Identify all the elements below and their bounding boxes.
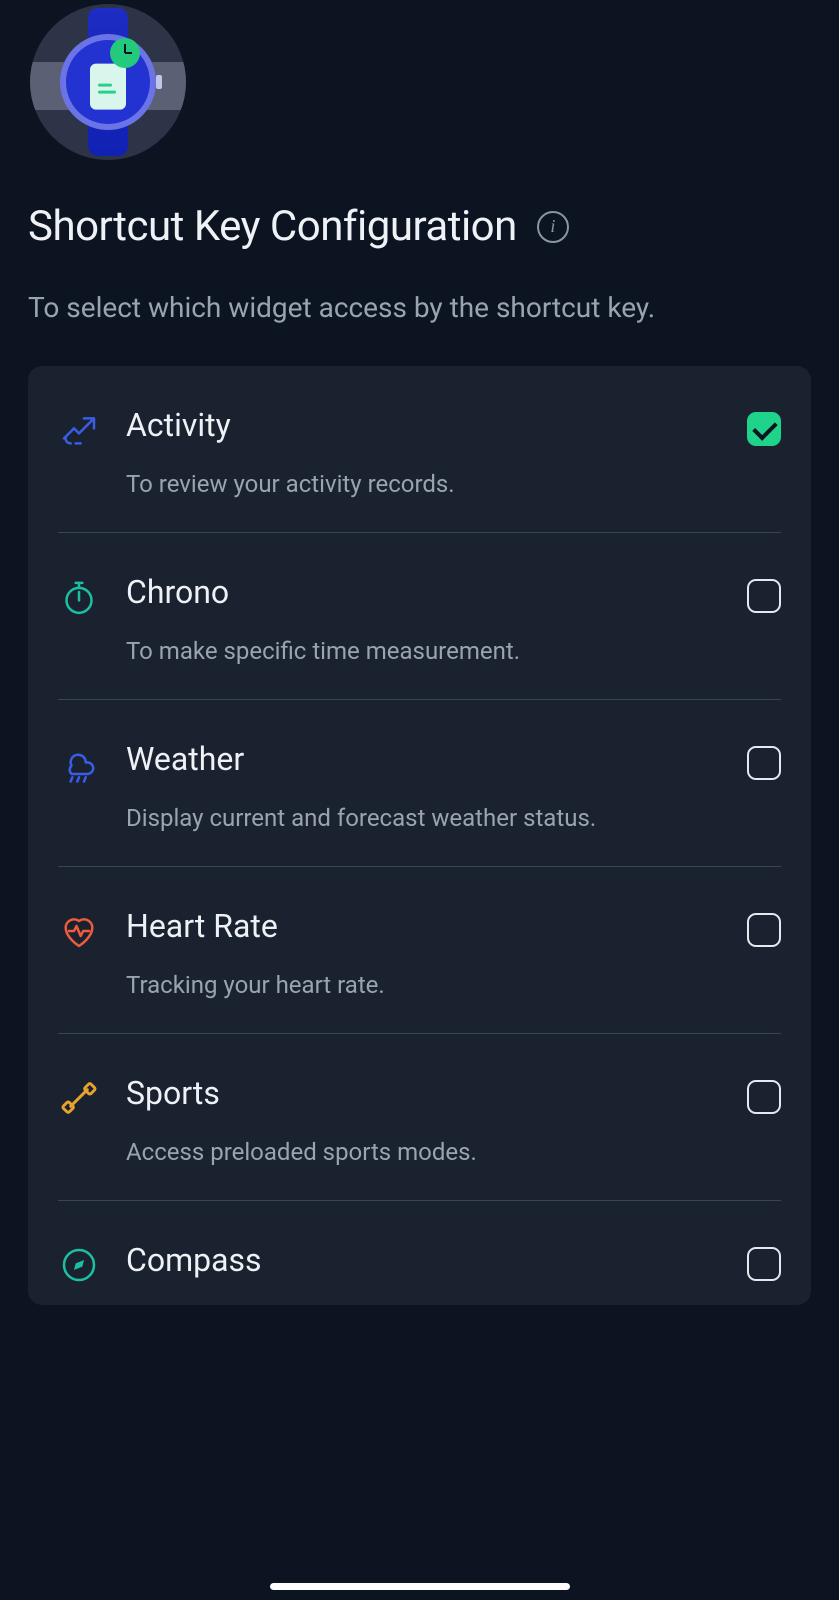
hero-watch-illustration [30, 4, 186, 160]
shortcut-options-list: Activity To review your activity records.… [28, 366, 811, 1305]
option-desc: Display current and forecast weather sta… [126, 804, 721, 832]
option-text-compass: Compass [126, 1241, 721, 1279]
option-text-heartrate: Heart Rate Tracking your heart rate. [126, 907, 721, 999]
option-checkbox-activity[interactable] [747, 412, 781, 446]
option-title: Weather [126, 740, 721, 778]
option-title: Activity [126, 406, 721, 444]
page-title: Shortcut Key Configuration [28, 202, 517, 251]
page-subtitle: To select which widget access by the sho… [28, 291, 811, 324]
activity-icon [58, 406, 100, 450]
option-row-compass[interactable]: Compass [58, 1201, 781, 1305]
option-checkbox-compass[interactable] [747, 1247, 781, 1281]
option-desc: Tracking your heart rate. [126, 971, 721, 999]
option-checkbox-sports[interactable] [747, 1080, 781, 1114]
screen: Shortcut Key Configuration i To select w… [0, 4, 839, 1600]
weather-icon [58, 740, 100, 784]
option-desc: Access preloaded sports modes. [126, 1138, 721, 1166]
option-row-weather[interactable]: Weather Display current and forecast weat… [58, 700, 781, 867]
info-icon: i [550, 216, 555, 237]
option-title: Heart Rate [126, 907, 721, 945]
option-row-sports[interactable]: Sports Access preloaded sports modes. [58, 1034, 781, 1201]
option-title: Chrono [126, 573, 721, 611]
option-title: Compass [126, 1241, 721, 1279]
option-row-heartrate[interactable]: Heart Rate Tracking your heart rate. [58, 867, 781, 1034]
option-checkbox-heartrate[interactable] [747, 913, 781, 947]
heart-icon [58, 907, 100, 951]
home-indicator[interactable] [270, 1583, 570, 1590]
option-text-activity: Activity To review your activity records. [126, 406, 721, 498]
option-title: Sports [126, 1074, 721, 1112]
sports-icon [58, 1074, 100, 1118]
option-desc: To make specific time measurement. [126, 637, 721, 665]
compass-icon [58, 1241, 100, 1285]
option-text-chrono: Chrono To make specific time measurement. [126, 573, 721, 665]
option-checkbox-chrono[interactable] [747, 579, 781, 613]
option-checkbox-weather[interactable] [747, 746, 781, 780]
option-desc: To review your activity records. [126, 470, 721, 498]
option-text-sports: Sports Access preloaded sports modes. [126, 1074, 721, 1166]
option-text-weather: Weather Display current and forecast weat… [126, 740, 721, 832]
chrono-icon [58, 573, 100, 617]
option-row-activity[interactable]: Activity To review your activity records. [58, 366, 781, 533]
title-row: Shortcut Key Configuration i [28, 202, 811, 251]
info-button[interactable]: i [537, 211, 569, 243]
option-row-chrono[interactable]: Chrono To make specific time measurement. [58, 533, 781, 700]
